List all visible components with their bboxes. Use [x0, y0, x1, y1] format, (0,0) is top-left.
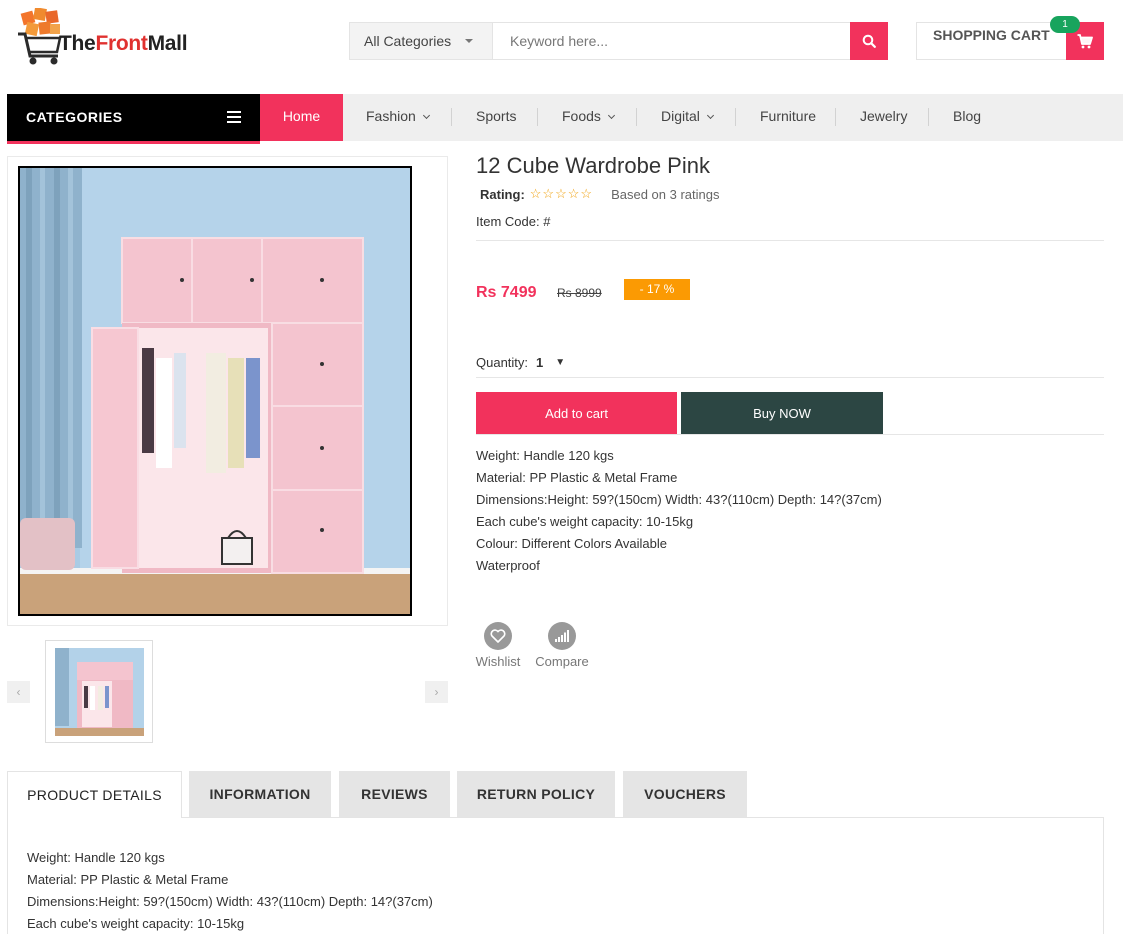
original-price: Rs 8999	[557, 286, 602, 300]
tab-product-details[interactable]: PRODUCT DETAILS	[7, 771, 182, 818]
quantity-select[interactable]: 1	[536, 355, 543, 370]
quantity-row: Quantity: 1 ▼	[476, 355, 565, 370]
wardrobe-thumbnail-photo	[55, 648, 144, 736]
product-title: 12 Cube Wardrobe Pink	[476, 153, 710, 178]
star-rating-icon[interactable]: ☆☆☆☆☆	[530, 186, 593, 202]
nav-item-label: Digital	[661, 108, 700, 124]
chevron-left-icon: ‹	[16, 685, 21, 699]
categories-label: CATEGORIES	[26, 109, 123, 125]
shopping-cart-label: SHOPPING CART	[933, 27, 1050, 43]
spec-line: Material: PP Plastic & Metal Frame	[476, 470, 678, 485]
tab-content: Weight: Handle 120 kgs Material: PP Plas…	[27, 847, 433, 934]
product-thumbnail[interactable]	[45, 640, 153, 743]
category-select-value: All Categories	[364, 33, 452, 49]
tab-vouchers[interactable]: VOUCHERS	[623, 771, 747, 817]
divider	[476, 434, 1104, 435]
rating-count: Based on 3 ratings	[611, 186, 720, 202]
search-icon	[862, 34, 876, 48]
main-product-image-frame	[7, 156, 448, 626]
item-code: Item Code: #	[476, 214, 551, 229]
wardrobe-photo	[20, 168, 410, 614]
nav-item-furniture[interactable]: Furniture	[760, 94, 816, 141]
chevron-down-icon	[607, 111, 615, 120]
wishlist-label: Wishlist	[475, 654, 521, 669]
nav-item-blog[interactable]: Blog	[953, 94, 981, 141]
rating-row: Rating: ☆☆☆☆☆ Based on 3 ratings	[480, 186, 719, 202]
nav-item-label: Foods	[562, 108, 601, 124]
chevron-right-icon: ›	[434, 685, 439, 699]
spec-line: Weight: Handle 120 kgs	[476, 448, 614, 463]
tab-spec-line: Weight: Handle 120 kgs	[27, 850, 165, 865]
main-product-image[interactable]	[18, 166, 412, 616]
nav-divider	[835, 108, 836, 126]
shopping-cart-logo-icon	[18, 8, 62, 65]
thumbnail-image	[55, 648, 144, 736]
quantity-label: Quantity:	[476, 355, 529, 370]
divider	[476, 240, 1104, 241]
discount-badge: - 17 %	[624, 279, 690, 300]
cart-icon	[1077, 33, 1093, 48]
search-input[interactable]	[493, 23, 850, 59]
site-logo[interactable]: TheFrontMall	[16, 8, 236, 68]
categories-menu-button[interactable]: CATEGORIES	[7, 94, 260, 144]
current-price: Rs 7499	[476, 284, 537, 301]
spec-line: Dimensions:Height: 59?(150cm) Width: 43?…	[476, 492, 882, 507]
nav-item-digital[interactable]: Digital	[661, 94, 714, 141]
nav-item-sports[interactable]: Sports	[476, 94, 516, 141]
spec-line: Colour: Different Colors Available	[476, 536, 668, 551]
shopping-cart[interactable]: SHOPPING CART 1	[916, 16, 1104, 60]
signal-bars-icon	[548, 622, 576, 650]
search-button[interactable]	[850, 22, 888, 60]
tab-spec-line: Dimensions:Height: 59?(150cm) Width: 43?…	[27, 894, 433, 909]
spec-line: Each cube's weight capacity: 10-15kg	[476, 514, 694, 529]
search-bar: All Categories	[349, 22, 888, 60]
rating-label: Rating:	[480, 186, 525, 202]
wishlist-button[interactable]: Wishlist	[475, 622, 521, 669]
cart-count-badge: 1	[1050, 16, 1080, 33]
divider	[476, 377, 1104, 378]
tab-return-policy[interactable]: RETURN POLICY	[457, 771, 615, 817]
tab-spec-line: Material: PP Plastic & Metal Frame	[27, 872, 229, 887]
nav-divider	[735, 108, 736, 126]
nav-item-foods[interactable]: Foods	[562, 94, 615, 141]
category-select[interactable]: All Categories	[350, 23, 493, 59]
spec-line: Waterproof	[476, 558, 540, 573]
gallery-next-button[interactable]: ›	[425, 681, 448, 703]
tab-information[interactable]: INFORMATION	[189, 771, 331, 817]
buy-now-button[interactable]: Buy NOW	[681, 392, 883, 434]
add-to-cart-button[interactable]: Add to cart	[476, 392, 677, 434]
chevron-down-icon	[706, 111, 714, 120]
compare-label: Compare	[535, 654, 589, 669]
nav-divider	[537, 108, 538, 126]
main-nav: CATEGORIES Home Fashion Sports Foods Dig…	[7, 94, 1123, 144]
product-specs: Weight: Handle 120 kgs Material: PP Plas…	[476, 445, 882, 577]
compare-button[interactable]: Compare	[534, 622, 590, 669]
nav-divider	[451, 108, 452, 126]
caret-down-icon	[465, 39, 473, 43]
chevron-down-icon	[422, 111, 430, 120]
nav-item-jewelry[interactable]: Jewelry	[860, 94, 907, 141]
tab-reviews[interactable]: REVIEWS	[339, 771, 450, 817]
nav-item-label: Fashion	[366, 108, 416, 124]
nav-item-fashion[interactable]: Fashion	[366, 94, 430, 141]
heart-icon	[484, 622, 512, 650]
tab-spec-line: Each cube's weight capacity: 10-15kg	[27, 916, 245, 931]
logo-wordmark: TheFrontMall	[59, 32, 188, 55]
nav-divider	[636, 108, 637, 126]
nav-divider	[928, 108, 929, 126]
caret-down-icon[interactable]: ▼	[555, 357, 565, 368]
menu-icon	[227, 111, 241, 123]
nav-item-home[interactable]: Home	[260, 94, 343, 141]
gallery-prev-button[interactable]: ‹	[7, 681, 30, 703]
